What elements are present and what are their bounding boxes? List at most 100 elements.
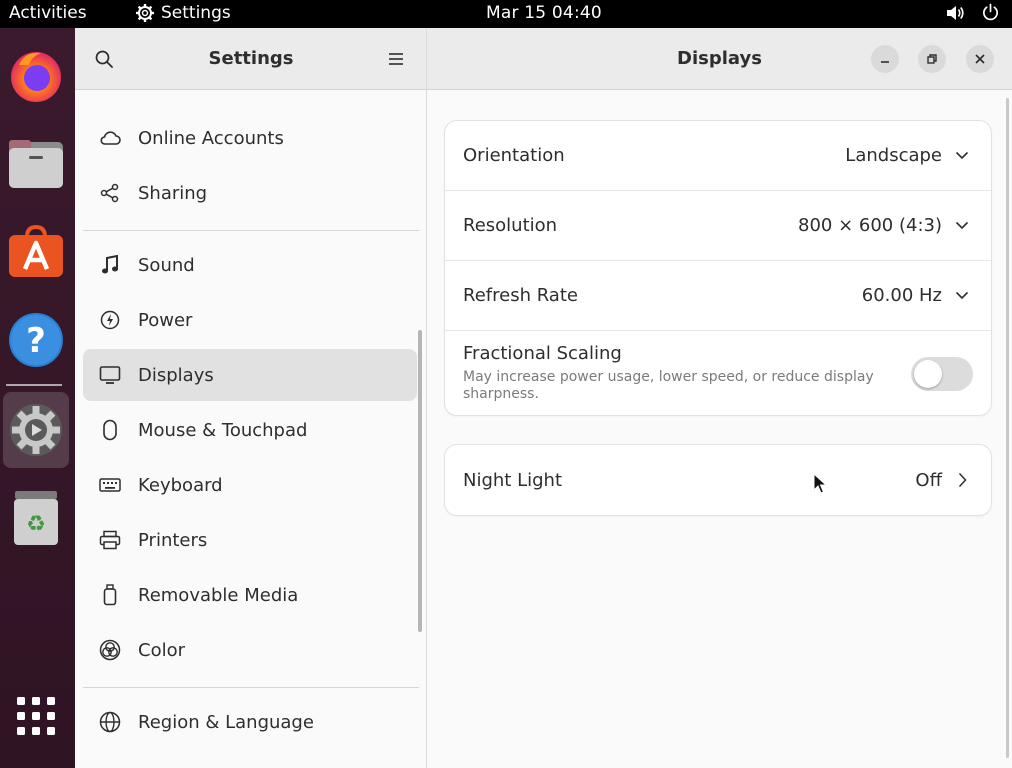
settings-window: Online Accounts Sharing Sound Power Disp… (75, 28, 1012, 768)
sidebar-item-label: Displays (138, 364, 214, 386)
apps-grid-icon (17, 697, 55, 735)
share-icon (98, 181, 122, 205)
sidebar-item-displays[interactable]: Displays (83, 349, 417, 401)
toggle-knob (914, 360, 942, 388)
restore-icon (927, 54, 937, 64)
sidebar-separator (83, 230, 419, 231)
resolution-value[interactable]: 800 × 600 (4:3) (798, 215, 942, 236)
main-menu-button[interactable] (381, 44, 411, 74)
orientation-label: Orientation (463, 145, 565, 166)
night-light-value: Off (915, 469, 942, 491)
monitor-icon (98, 363, 122, 387)
dock-help[interactable]: ? (3, 302, 69, 378)
chevron-down-icon (954, 288, 970, 304)
close-icon (975, 54, 985, 64)
hamburger-icon (389, 53, 403, 65)
mouse-icon (98, 418, 122, 442)
refresh-rate-value[interactable]: 60.00 Hz (862, 285, 942, 306)
printer-icon (98, 528, 122, 552)
dock-separator (6, 384, 62, 386)
sidebar-item-region-language[interactable]: Region & Language (83, 696, 417, 748)
sidebar-item-sound[interactable]: Sound (83, 239, 417, 291)
sidebar-title: Settings (208, 48, 294, 69)
usb-icon (98, 583, 122, 607)
help-icon: ? (9, 313, 63, 367)
sidebar-item-label: Mouse & Touchpad (138, 419, 308, 441)
sidebar-item-label: Online Accounts (138, 127, 284, 149)
orientation-value[interactable]: Landscape (845, 145, 942, 166)
sidebar-item-label: Power (138, 309, 193, 331)
trash-icon: ♻ (14, 491, 58, 545)
dock-trash[interactable]: ♻ (3, 480, 69, 556)
dock: ? ♻ (0, 28, 75, 768)
resolution-label: Resolution (463, 215, 558, 236)
activities-button[interactable]: Activities (9, 3, 87, 23)
cloud-icon (98, 126, 122, 150)
sidebar-item-online-accounts[interactable]: Online Accounts (83, 112, 417, 164)
globe-icon (98, 710, 122, 734)
volume-icon (947, 5, 964, 20)
close-button[interactable] (966, 45, 994, 73)
fractional-scaling-row: Fractional Scaling May increase power us… (445, 331, 991, 415)
top-bar: Activities Settings Mar 15 04:40 (0, 0, 1012, 28)
fractional-scaling-toggle[interactable] (911, 357, 973, 391)
keyboard-icon (98, 473, 122, 497)
power-icon (98, 308, 122, 332)
sidebar-item-sharing[interactable]: Sharing (83, 167, 417, 219)
sidebar: Online Accounts Sharing Sound Power Disp… (75, 28, 427, 768)
sidebar-item-removable-media[interactable]: Removable Media (83, 569, 417, 621)
night-light-row[interactable]: Night Light Off (445, 445, 991, 515)
sidebar-item-label: Sound (138, 254, 195, 276)
content-header: Displays (427, 28, 1012, 90)
minimize-icon (881, 61, 889, 63)
dock-app-center[interactable] (3, 214, 69, 290)
power-menu-icon (983, 3, 998, 21)
chevron-right-icon (954, 472, 970, 488)
chevron-down-icon (954, 218, 970, 234)
sidebar-separator (83, 687, 419, 688)
dock-settings[interactable] (3, 392, 69, 468)
mouse-cursor-icon (813, 473, 828, 494)
dock-firefox[interactable] (3, 38, 69, 114)
content-scrollbar[interactable] (1006, 98, 1009, 758)
sidebar-item-label: Removable Media (138, 584, 299, 606)
sidebar-item-label: Printers (138, 529, 208, 551)
color-icon (98, 638, 122, 662)
app-center-icon (9, 224, 63, 277)
sidebar-item-printers[interactable]: Printers (83, 514, 417, 566)
resolution-row[interactable]: Resolution 800 × 600 (4:3) (445, 191, 991, 261)
orientation-row[interactable]: Orientation Landscape (445, 121, 991, 191)
fractional-scaling-label: Fractional Scaling (463, 343, 622, 364)
gear-icon (136, 4, 154, 22)
sidebar-item-keyboard[interactable]: Keyboard (83, 459, 417, 511)
svg-text:?: ? (26, 321, 46, 361)
refresh-rate-row[interactable]: Refresh Rate 60.00 Hz (445, 261, 991, 331)
dock-show-apps[interactable] (3, 678, 69, 754)
minimize-button[interactable] (871, 45, 899, 73)
files-icon (9, 140, 63, 188)
firefox-icon (11, 52, 61, 102)
clock[interactable]: Mar 15 04:40 (486, 3, 602, 23)
app-name: Settings (161, 3, 231, 23)
fractional-scaling-description: May increase power usage, lower speed, o… (463, 369, 874, 402)
sidebar-item-label: Color (138, 639, 185, 661)
music-note-icon (98, 253, 122, 277)
sidebar-scrollbar[interactable] (418, 330, 422, 632)
night-light-card: Night Light Off (445, 445, 991, 515)
sidebar-header: Settings (75, 28, 426, 90)
settings-icon (10, 404, 62, 456)
sidebar-item-color[interactable]: Color (83, 624, 417, 676)
chevron-down-icon (954, 148, 970, 164)
dock-files[interactable] (3, 126, 69, 202)
sidebar-item-label: Region & Language (138, 711, 314, 733)
displays-panel: Displays Orientation Landscape Resolutio… (427, 28, 1012, 768)
system-tray[interactable] (945, 3, 1000, 22)
sidebar-item-label: Sharing (138, 182, 208, 204)
app-menu[interactable]: Settings (135, 3, 231, 23)
sidebar-item-power[interactable]: Power (83, 294, 417, 346)
night-light-label: Night Light (463, 469, 562, 491)
sidebar-item-mouse-touchpad[interactable]: Mouse & Touchpad (83, 404, 417, 456)
display-settings-card: Orientation Landscape Resolution 800 × 6… (445, 121, 991, 415)
maximize-button[interactable] (918, 45, 946, 73)
refresh-rate-label: Refresh Rate (463, 285, 578, 306)
